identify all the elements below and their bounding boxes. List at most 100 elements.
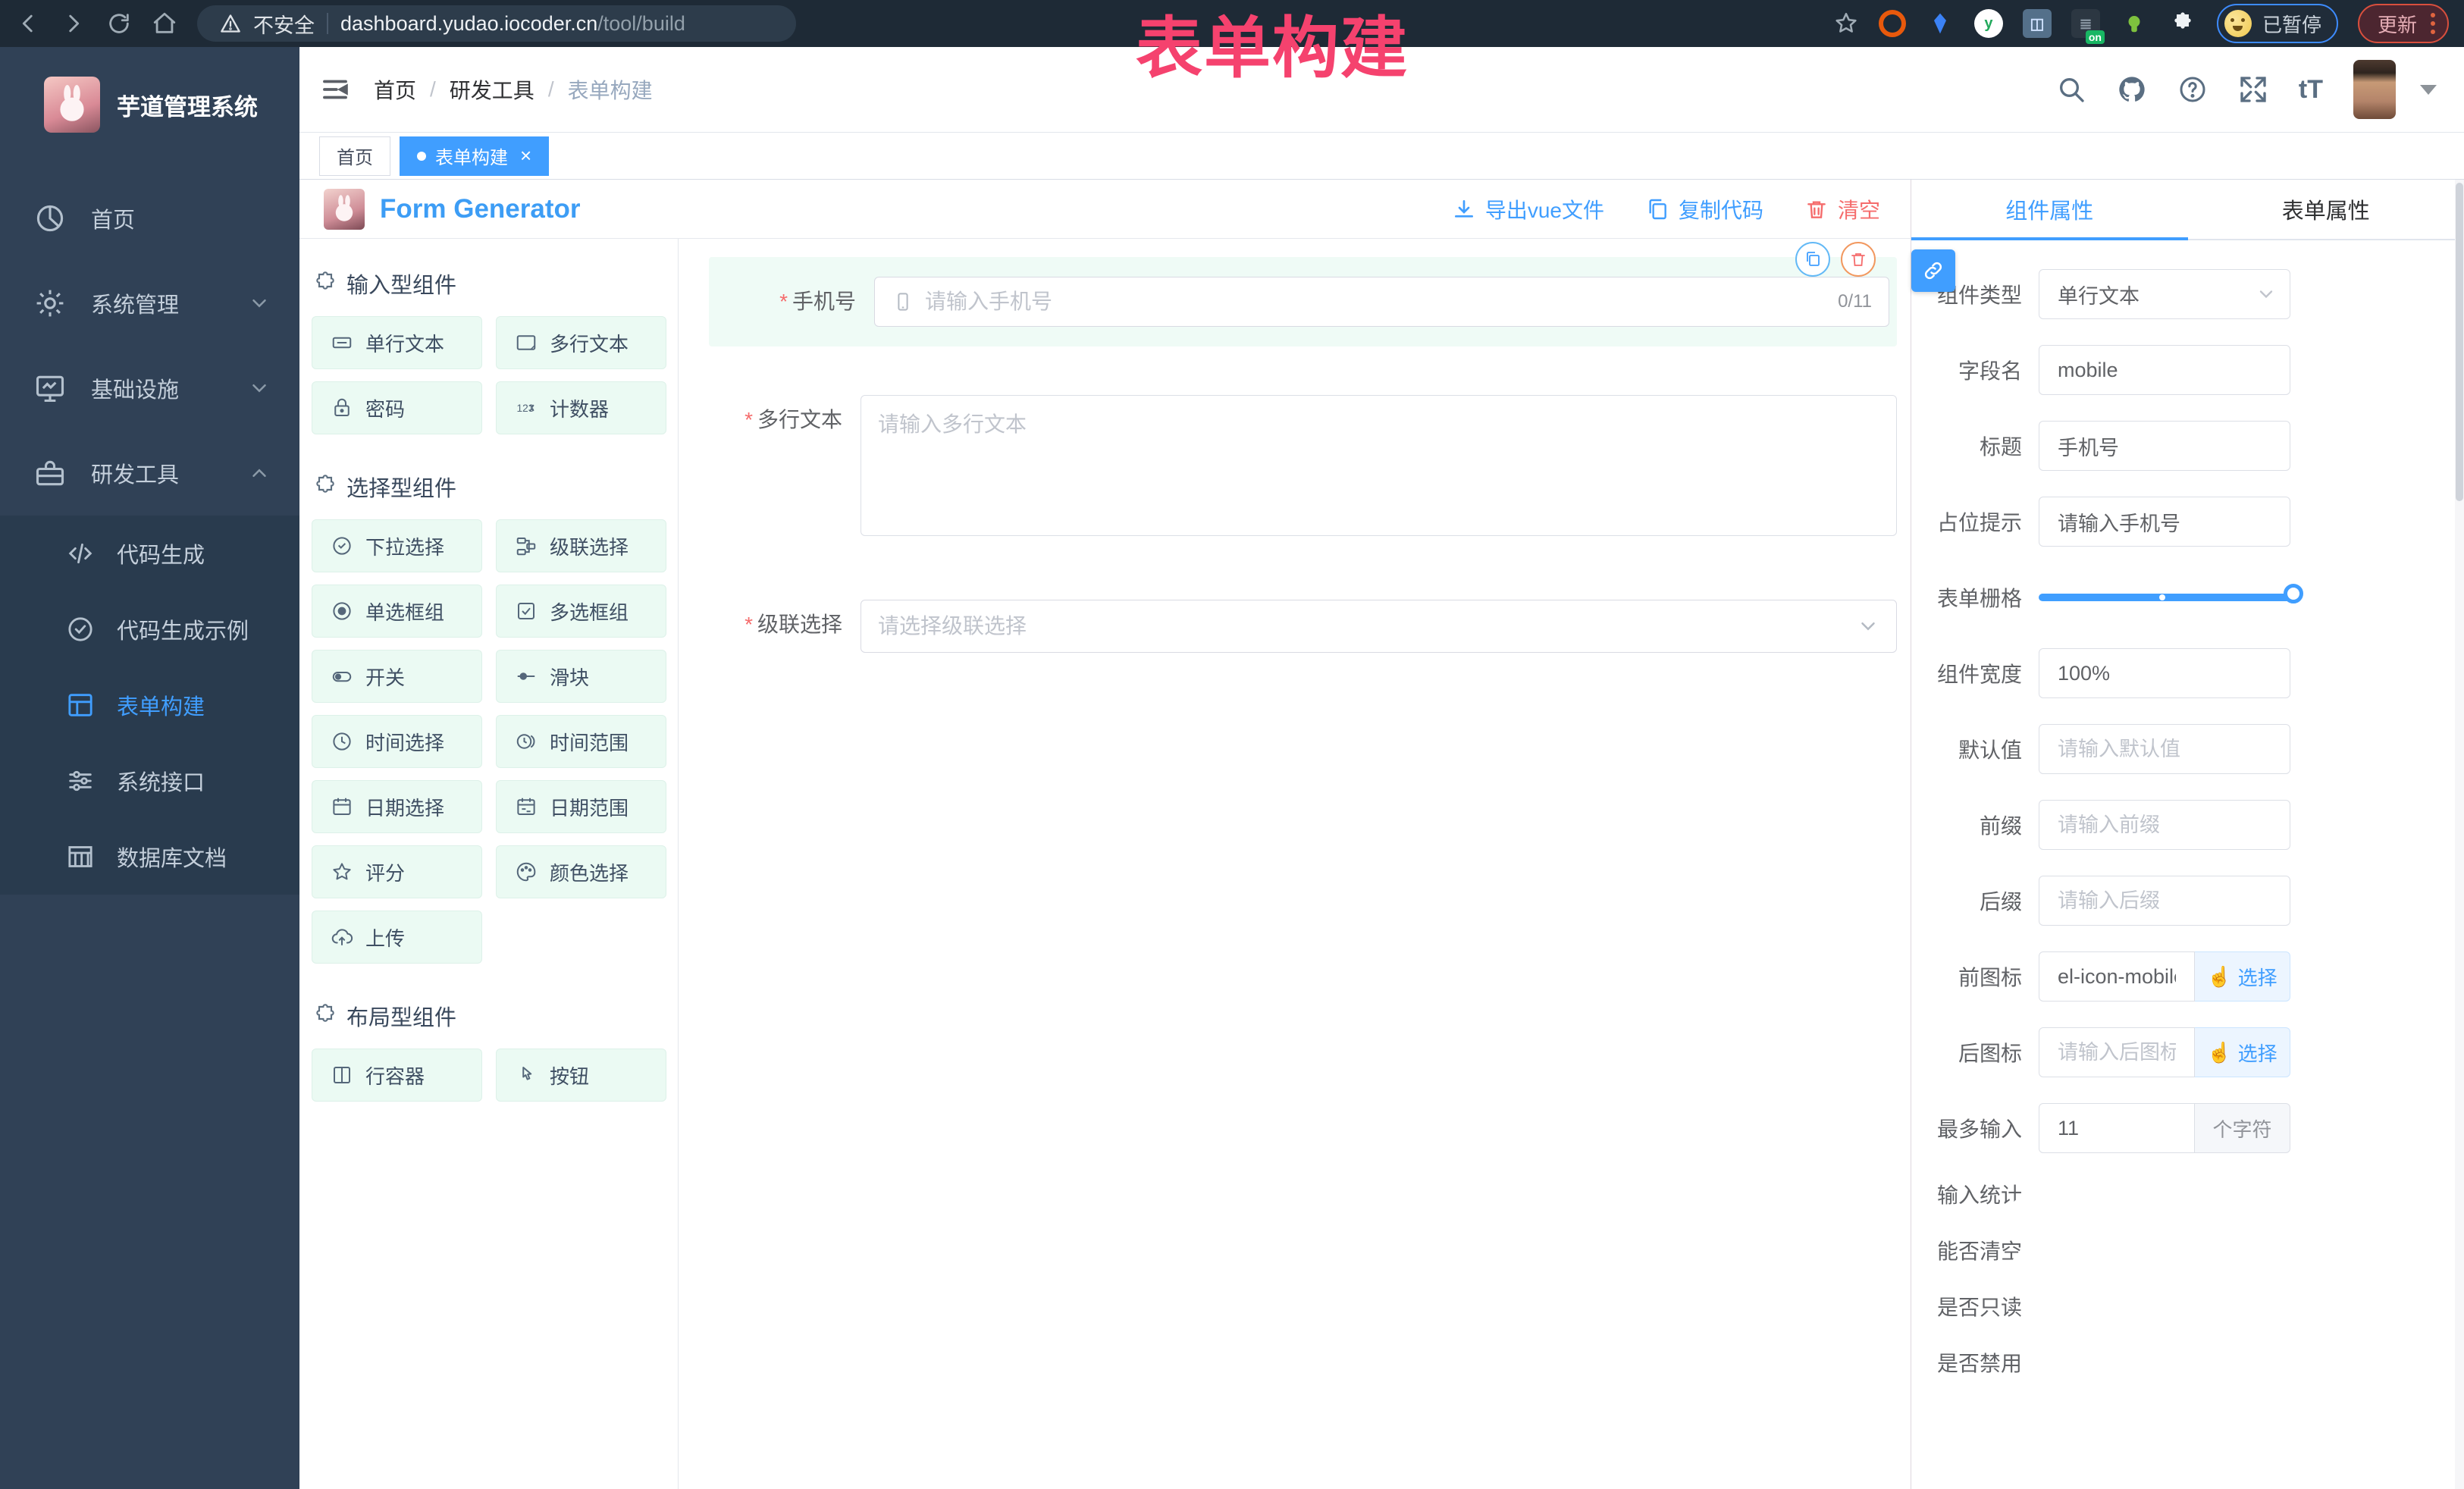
placeholder-input[interactable]: [2039, 497, 2290, 547]
fullscreen-icon[interactable]: [2238, 74, 2268, 105]
title-input[interactable]: [2039, 421, 2290, 471]
tab-form-build[interactable]: 表单构建 ×: [400, 136, 549, 176]
cascader-input[interactable]: [878, 614, 1846, 638]
extension-gem-icon[interactable]: [1926, 9, 1955, 38]
component-type-input[interactable]: [2039, 269, 2290, 319]
sidebar-item-codegen[interactable]: 代码生成: [0, 516, 299, 591]
clear-button[interactable]: 清空: [1804, 194, 1880, 224]
font-size-icon[interactable]: tT: [2299, 75, 2323, 105]
palette-item-counter[interactable]: 123计数器: [496, 381, 666, 434]
sidebar-item-system-api[interactable]: 系统接口: [0, 743, 299, 819]
palette-item-single-text[interactable]: 单行文本: [312, 316, 482, 369]
post-icon-pick-button[interactable]: ☝选择: [2195, 1027, 2290, 1077]
update-button[interactable]: 更新: [2358, 4, 2449, 43]
extension-on-badge-icon[interactable]: ≣on: [2071, 9, 2100, 38]
extension-orange-icon[interactable]: [1879, 10, 1906, 37]
sidebar-item-infra[interactable]: 基础设施: [0, 346, 299, 431]
user-avatar[interactable]: [2353, 60, 2396, 119]
field-name-input[interactable]: [2039, 345, 2290, 395]
back-icon[interactable]: [15, 11, 41, 36]
palette-item-rate[interactable]: 评分: [312, 845, 482, 898]
slider-handle[interactable]: [2284, 584, 2303, 603]
slider-track[interactable]: [2039, 594, 2290, 601]
cascader-form-item[interactable]: 级联选择: [695, 600, 1904, 653]
address-bar[interactable]: 不安全 dashboard.yudao.iocoder.cn/tool/buil…: [197, 5, 796, 42]
phone-input[interactable]: [925, 290, 1827, 314]
breadcrumb-devtools[interactable]: 研发工具: [450, 74, 534, 105]
palette-item-select[interactable]: 下拉选择: [312, 519, 482, 572]
breadcrumb-home[interactable]: 首页: [374, 74, 416, 105]
bookmark-star-icon[interactable]: [1833, 11, 1859, 36]
palette-item-button[interactable]: 按钮: [496, 1049, 666, 1102]
close-tab-icon[interactable]: ×: [520, 144, 531, 168]
pre-icon-pick-button[interactable]: ☝选择: [2195, 951, 2290, 1002]
palette-item-textarea[interactable]: 多行文本: [496, 316, 666, 369]
tab-home[interactable]: 首页: [319, 136, 390, 176]
pre-icon-input[interactable]: [2039, 951, 2195, 1002]
monitor-icon: [33, 371, 67, 405]
palette-item-color-picker[interactable]: 颜色选择: [496, 845, 666, 898]
max-length-input[interactable]: [2039, 1103, 2195, 1153]
form-grid-slider[interactable]: [2039, 572, 2290, 622]
gear-icon: [33, 287, 67, 320]
post-icon-input[interactable]: [2039, 1027, 2195, 1077]
delete-field-button[interactable]: [1841, 242, 1876, 277]
sidebar-item-home[interactable]: 首页: [0, 176, 299, 261]
browser-menu-icon[interactable]: [2431, 13, 2435, 34]
sidebar-item-db-doc[interactable]: 数据库文档: [0, 819, 299, 895]
phone-input-box[interactable]: 0/11: [874, 277, 1889, 327]
scrollbar[interactable]: [2455, 180, 2464, 1489]
palette-item-time-range[interactable]: 时间范围: [496, 715, 666, 768]
palette-item-switch[interactable]: 开关: [312, 650, 482, 703]
extension-green-icon[interactable]: y: [1974, 9, 2003, 38]
search-icon[interactable]: [2056, 74, 2086, 105]
cascader-select[interactable]: [861, 600, 1897, 653]
extension-blue-square-icon[interactable]: ◫: [2023, 9, 2052, 38]
reload-icon[interactable]: [106, 11, 132, 36]
palette-item-row-container[interactable]: 行容器: [312, 1049, 482, 1102]
palette-item-slider[interactable]: 滑块: [496, 650, 666, 703]
prefix-input[interactable]: [2039, 800, 2290, 850]
tab-form-props[interactable]: 表单属性: [2188, 180, 2464, 239]
url-host[interactable]: dashboard.yudao.iocoder.cn: [340, 12, 597, 35]
app-logo-row[interactable]: 芋道管理系统: [0, 47, 299, 146]
generator-logo[interactable]: [324, 189, 365, 230]
sidebar-item-codegen-demo[interactable]: 代码生成示例: [0, 591, 299, 667]
palette-item-checkbox-group[interactable]: 多选框组: [496, 585, 666, 638]
extensions-puzzle-icon[interactable]: [2168, 9, 2197, 38]
multiline-textarea[interactable]: [878, 408, 1879, 523]
palette-item-time-picker[interactable]: 时间选择: [312, 715, 482, 768]
sidebar-item-devtools[interactable]: 研发工具: [0, 431, 299, 516]
tab-component-props[interactable]: 组件属性: [1911, 180, 2188, 239]
github-icon[interactable]: [2117, 74, 2147, 105]
scrollbar-thumb[interactable]: [2456, 183, 2463, 501]
security-label[interactable]: 不安全: [253, 9, 315, 39]
palette-item-radio-group[interactable]: 单选框组: [312, 585, 482, 638]
export-vue-button[interactable]: 导出vue文件: [1452, 194, 1604, 224]
help-icon[interactable]: [2177, 74, 2208, 105]
component-type-select[interactable]: [2039, 269, 2290, 319]
suffix-input[interactable]: [2039, 876, 2290, 926]
selected-form-item[interactable]: 手机号 0/11: [709, 257, 1897, 346]
sidebar-item-label: 代码生成: [117, 538, 205, 569]
duplicate-field-button[interactable]: [1795, 242, 1830, 277]
avatar-caret-icon[interactable]: [2420, 85, 2437, 95]
sidebar-item-form-build[interactable]: 表单构建: [0, 667, 299, 743]
textarea-form-item[interactable]: 多行文本: [695, 395, 1904, 536]
palette-item-upload[interactable]: 上传: [312, 911, 482, 964]
url-path[interactable]: /tool/build: [597, 12, 685, 35]
sidebar-item-system[interactable]: 系统管理: [0, 261, 299, 346]
profile-paused-badge[interactable]: 已暂停: [2217, 4, 2338, 43]
default-value-input[interactable]: [2039, 724, 2290, 774]
home-nav-icon[interactable]: [152, 11, 177, 36]
copy-code-button[interactable]: 复制代码: [1645, 194, 1763, 224]
palette-item-password[interactable]: 密码: [312, 381, 482, 434]
palette-item-date-picker[interactable]: 日期选择: [312, 780, 482, 833]
extension-alien-icon[interactable]: [2120, 9, 2149, 38]
palette-item-cascader[interactable]: 级联选择: [496, 519, 666, 572]
palette-item-date-range[interactable]: 日期范围: [496, 780, 666, 833]
drawer-toggle-button[interactable]: [1911, 249, 1955, 292]
component-width-input[interactable]: [2039, 648, 2290, 698]
collapse-sidebar-icon[interactable]: [319, 74, 351, 105]
forward-icon[interactable]: [61, 11, 86, 36]
